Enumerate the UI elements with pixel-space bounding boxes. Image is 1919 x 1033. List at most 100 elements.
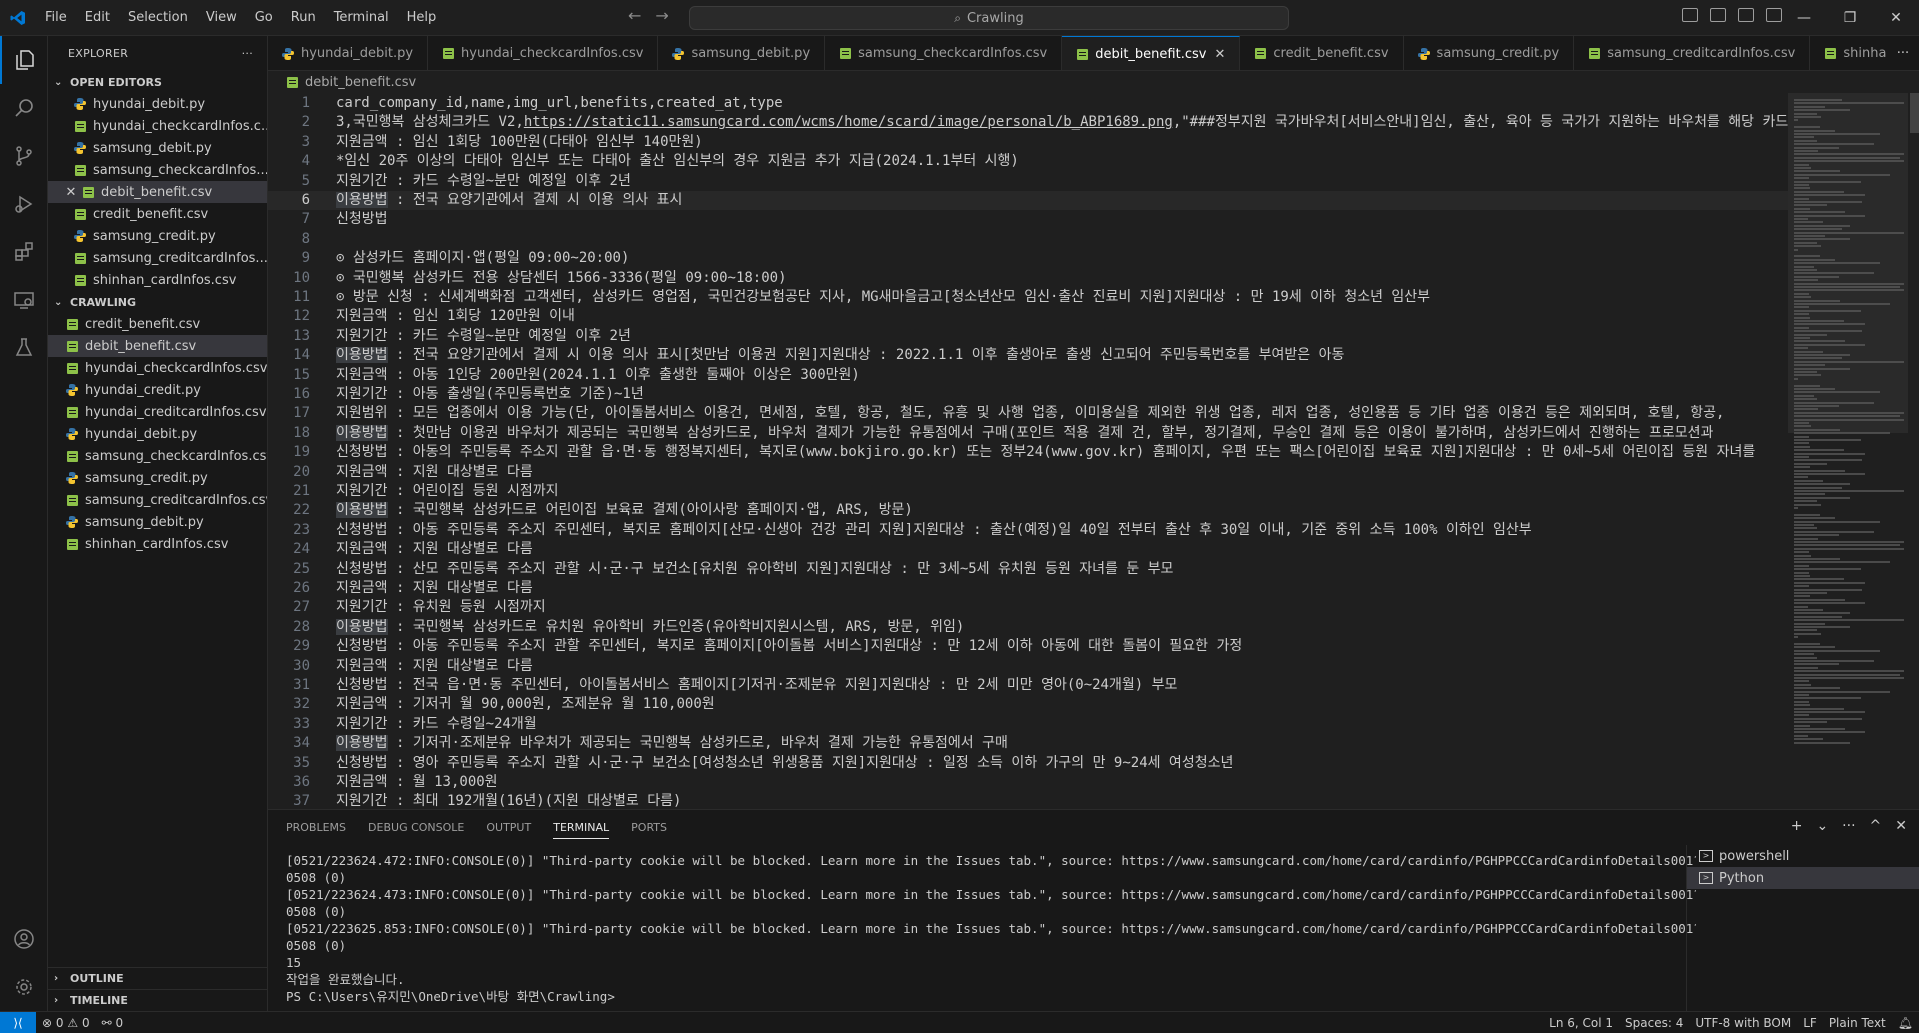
editor-tab[interactable]: samsung_creditcardInfos.csv [1574,36,1811,70]
open-editor-item[interactable]: samsung_checkcardInfos.... [48,159,267,181]
close-icon[interactable]: ✕ [62,185,80,200]
open-editor-item[interactable]: hyundai_debit.py [48,93,267,115]
breadcrumb-file[interactable]: debit_benefit.csv [305,75,416,90]
folder-section[interactable]: ⌄ CRAWLING [48,291,267,313]
minimap-line [1794,428,1840,431]
open-editor-item[interactable]: ✕ debit_benefit.csv [48,181,267,203]
minimap-line [1794,707,1844,710]
customize-layout-icon[interactable] [1766,8,1782,22]
run-debug-icon[interactable] [0,180,48,228]
editor-tab[interactable]: hyundai_checkcardInfos.csv [428,36,659,70]
code-line: 30 지원금액 : 지원 대상별로 다름 [268,657,1788,676]
close-window-icon[interactable]: ✕ [1873,0,1919,36]
file-tree-item[interactable]: samsung_checkcardInfos.csv [48,445,267,467]
encoding[interactable]: UTF-8 with BOM [1689,1016,1797,1030]
minimap-line [1794,581,1866,584]
terminal-instance[interactable]: > powershell [1687,845,1919,867]
menu-item-selection[interactable]: Selection [119,0,197,36]
panel-more-icon[interactable]: ··· [1842,818,1855,834]
toggle-panel-icon[interactable] [1710,8,1726,22]
open-editor-item[interactable]: samsung_credit.py [48,225,267,247]
notifications-bell-icon[interactable]: 🔔︎ [1892,1016,1919,1030]
open-editor-item[interactable]: samsung_creditcardInfos.... [48,247,267,269]
file-tree-item[interactable]: hyundai_credit.py [48,379,267,401]
editor-tab[interactable]: hyundai_debit.py [268,36,429,70]
maximize-panel-icon[interactable]: ^ [1870,818,1882,834]
minimap[interactable] [1788,93,1919,809]
minimap-line [1794,340,1846,343]
open-editor-item[interactable]: samsung_debit.py [48,137,267,159]
menu-item-edit[interactable]: Edit [76,0,119,36]
ports-status[interactable]: ⚯ 0 [96,1016,130,1030]
menu-item-go[interactable]: Go [246,0,282,36]
explorer-icon[interactable] [0,36,48,84]
menu-item-terminal[interactable]: Terminal [325,0,398,36]
account-icon[interactable] [0,915,48,963]
minimap-line [1794,619,1904,622]
tabs-more-icon[interactable]: ··· [1887,36,1919,70]
minimap-line [1794,187,1811,190]
settings-gear-icon[interactable] [0,963,48,1011]
problems-status[interactable]: ⊗ 0 ⚠ 0 [36,1016,96,1030]
editor-tab[interactable]: samsung_debit.py [658,36,826,70]
close-icon[interactable]: ✕ [1214,47,1225,62]
panel-tab-ports[interactable]: PORTS [631,821,667,834]
open-editor-item[interactable]: hyundai_checkcardInfos.c... [48,115,267,137]
outline-section[interactable]: › OUTLINE [48,967,268,989]
source-control-icon[interactable] [0,132,48,180]
file-tree-item[interactable]: hyundai_debit.py [48,423,267,445]
editor-scrollbar[interactable] [1910,93,1919,133]
timeline-section[interactable]: › TIMELINE [48,989,268,1011]
extensions-icon[interactable] [0,228,48,276]
file-tree-item[interactable]: hyundai_checkcardInfos.csv [48,357,267,379]
editor-tab[interactable]: samsung_checkcardInfos.csv [825,36,1063,70]
panel-tab-terminal[interactable]: TERMINAL [553,821,610,839]
open-editor-item[interactable]: shinhan_cardInfos.csv [48,269,267,291]
indentation[interactable]: Spaces: 4 [1619,1016,1689,1030]
open-editors-section[interactable]: ⌄ OPEN EDITORS [48,71,267,93]
terminal-instance[interactable]: > Python [1687,867,1919,889]
code-editor[interactable]: 1 card_company_id,name,img_url,benefits,c… [268,93,1788,809]
csv-file-icon [284,74,300,90]
file-tree-item[interactable]: samsung_credit.py [48,467,267,489]
command-center-search[interactable]: ⌕ Crawling [689,6,1289,30]
file-tree-item[interactable]: shinhan_cardInfos.csv [48,533,267,555]
image-url-link[interactable]: https://static11.samsungcard.com/wcms/ho… [524,114,1173,130]
terminal-output[interactable]: [0521/223624.472:INFO:CONSOLE(0)] "Third… [286,852,1696,1010]
menu-item-run[interactable]: Run [282,0,325,36]
toggle-sidebar-icon[interactable] [1682,8,1698,22]
terminal-dropdown-icon[interactable]: ⌄ [1816,818,1828,834]
editor-tab[interactable]: debit_benefit.csv ✕ [1062,36,1241,70]
remote-explorer-icon[interactable] [0,276,48,324]
editor-tab[interactable]: credit_benefit.csv [1240,36,1404,70]
testing-icon[interactable] [0,324,48,372]
panel-tab-output[interactable]: OUTPUT [486,821,531,834]
new-terminal-icon[interactable]: + [1791,818,1803,834]
back-arrow-icon[interactable]: ← [628,6,641,25]
open-editor-item[interactable]: credit_benefit.csv [48,203,267,225]
menu-item-view[interactable]: View [197,0,246,36]
file-tree-item[interactable]: hyundai_creditcardInfos.csv [48,401,267,423]
file-tree-item[interactable]: samsung_debit.py [48,511,267,533]
end-of-line[interactable]: LF [1797,1016,1823,1030]
file-tree-item[interactable]: credit_benefit.csv [48,313,267,335]
cursor-position[interactable]: Ln 6, Col 1 [1543,1016,1619,1030]
minimize-icon[interactable]: — [1781,0,1827,36]
editor-tab[interactable]: samsung_credit.py [1404,36,1575,70]
panel-tab-problems[interactable]: PROBLEMS [286,821,346,834]
toggle-secondary-sidebar-icon[interactable] [1738,8,1754,22]
panel-tab-debug-console[interactable]: DEBUG CONSOLE [368,821,464,834]
file-tree-item[interactable]: samsung_creditcardInfos.csv [48,489,267,511]
command-center-label: Crawling [966,10,1024,26]
remote-indicator-icon[interactable]: ⟩⟨ [0,1011,36,1033]
restore-icon[interactable]: ❐ [1827,0,1873,36]
file-tree-item[interactable]: debit_benefit.csv [48,335,267,357]
language-mode[interactable]: Plain Text [1823,1016,1892,1030]
search-icon[interactable] [0,84,48,132]
menu-item-help[interactable]: Help [398,0,446,36]
menu-item-file[interactable]: File [36,0,76,36]
close-panel-icon[interactable]: ✕ [1895,818,1907,834]
forward-arrow-icon[interactable]: → [655,6,668,25]
line-text: 지원금액 : 지원 대상별로 다름 [336,463,533,482]
explorer-more-icon[interactable]: ··· [242,47,253,60]
